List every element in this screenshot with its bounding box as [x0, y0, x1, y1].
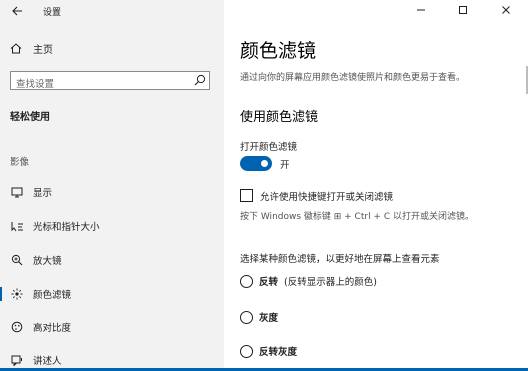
filter-option-label: 灰度	[259, 313, 279, 324]
main-content: 颜色滤镜 通过向你的屏幕应用颜色滤镜使照片和颜色更易于查看。 使用颜色滤镜 打开…	[224, 0, 528, 371]
radio-button[interactable]	[240, 274, 253, 288]
radio-button[interactable]	[240, 344, 253, 358]
cursor-icon	[9, 218, 25, 234]
back-button[interactable]	[6, 3, 28, 19]
window-title: 设置	[43, 8, 62, 18]
filter-option-note: (反转显示器上的颜色)	[284, 277, 377, 288]
sidebar-item-cursor[interactable]: 光标和指针大小	[0, 215, 224, 237]
filter-option-label: 反转	[259, 277, 279, 288]
radio-button[interactable]	[240, 310, 253, 324]
shortcut-hint: 按下 Windows 徽标键 ⊞ + Ctrl + C 以打开或关闭滤镜。	[240, 212, 474, 222]
contrast-icon	[9, 319, 25, 335]
color-filter-toggle[interactable]	[240, 156, 272, 171]
page-description: 通过向你的屏幕应用颜色滤镜使照片和颜色更易于查看。	[240, 73, 466, 83]
home-nav[interactable]: 主页	[10, 41, 53, 56]
page-title: 颜色滤镜	[240, 40, 317, 62]
minimize-icon	[417, 9, 425, 11]
sidebar: 设置 主页 轻松使用 影像 显示 光标和指针大小 放大镜	[0, 0, 224, 371]
filter-option-label: 反转灰度	[259, 347, 298, 358]
section-heading: 使用颜色滤镜	[240, 110, 319, 125]
sidebar-item-magnifier[interactable]: 放大镜	[0, 249, 224, 271]
home-label: 主页	[33, 45, 53, 56]
monitor-icon	[9, 184, 25, 200]
color-filter-icon	[9, 286, 25, 302]
toggle-knob	[261, 160, 268, 167]
close-icon	[502, 6, 510, 14]
filter-option-invert[interactable]: 反转 (反转显示器上的颜色)	[240, 274, 377, 288]
sidebar-item-label: 显示	[33, 188, 53, 199]
minimize-button[interactable]	[405, 0, 437, 20]
sidebar-item-color-filters[interactable]: 颜色滤镜	[0, 283, 224, 305]
filter-option-grayscale[interactable]: 灰度	[240, 310, 278, 324]
home-icon	[10, 43, 22, 54]
maximize-icon	[459, 6, 467, 14]
search-icon[interactable]	[194, 74, 206, 86]
sidebar-item-high-contrast[interactable]: 高对比度	[0, 316, 224, 338]
narrator-icon	[9, 352, 25, 368]
sidebar-item-label: 放大镜	[33, 256, 62, 267]
sidebar-item-display[interactable]: 显示	[0, 181, 224, 203]
magnifier-icon	[9, 252, 25, 268]
back-arrow-icon	[11, 6, 22, 16]
filter-option-grayscale-inverted[interactable]: 反转灰度	[240, 344, 297, 358]
search-box	[10, 71, 210, 93]
category-heading: 轻松使用	[10, 112, 50, 123]
sidebar-item-label: 光标和指针大小	[33, 222, 100, 233]
section-label: 影像	[10, 157, 30, 168]
filter-prompt: 选择某种颜色滤镜，以更好地在屏幕上查看元素	[240, 254, 440, 265]
sidebar-item-label: 颜色滤镜	[33, 290, 72, 301]
close-button[interactable]	[490, 0, 522, 20]
search-input[interactable]	[11, 76, 191, 93]
toggle-state-label: 开	[280, 160, 290, 171]
sidebar-item-label: 高对比度	[33, 323, 72, 334]
maximize-button[interactable]	[447, 0, 479, 20]
shortcut-checkbox-label[interactable]: 允许使用快捷键打开或关闭滤镜	[260, 189, 393, 203]
shortcut-checkbox[interactable]	[240, 189, 253, 202]
sidebar-item-label: 讲述人	[33, 356, 62, 367]
toggle-label: 打开颜色滤镜	[240, 142, 298, 153]
